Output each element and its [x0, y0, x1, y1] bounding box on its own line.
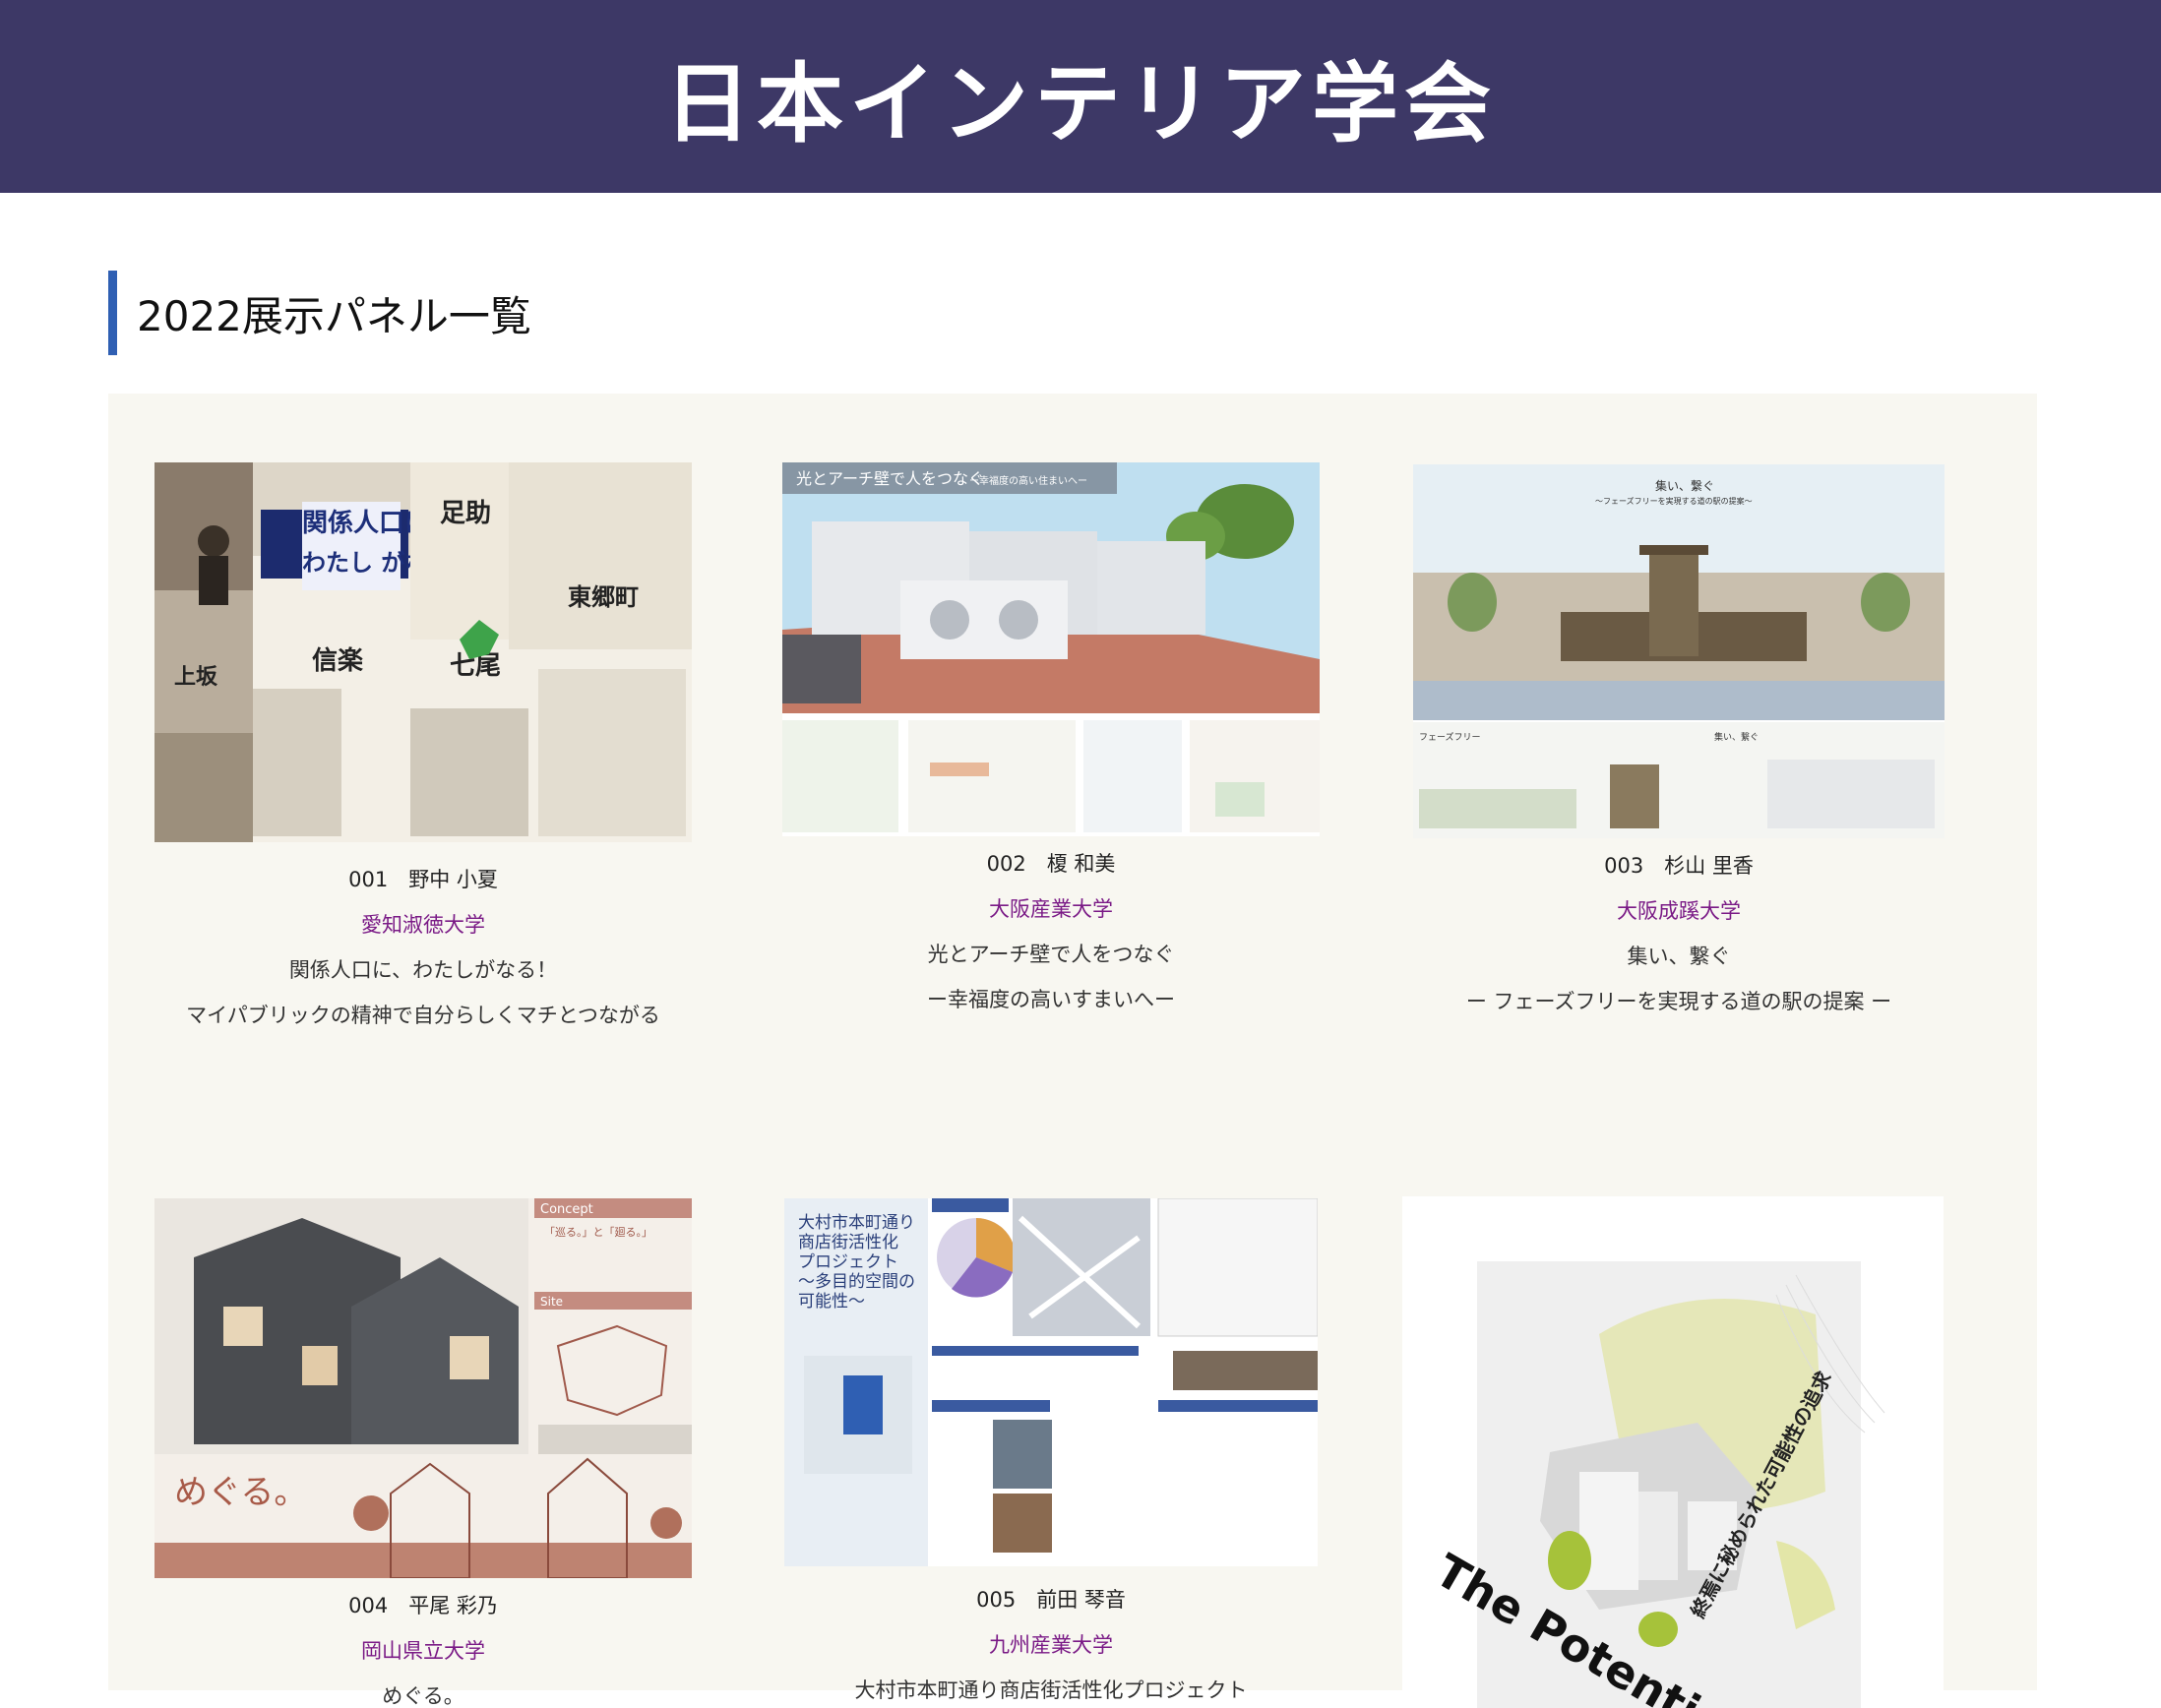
panel-004-concept-label: Concept — [540, 1202, 593, 1217]
panel-004-author: 004 平尾 彩乃 — [348, 1594, 498, 1617]
panel-005-title-line2: 商店街活性化 — [798, 1233, 898, 1252]
site-header: 日本インテリア学会 — [0, 0, 2161, 193]
panel-thumbnail-006[interactable]: The Potential O 終焉に秘められた可能性の追求 — [1402, 1196, 1944, 1708]
panel-005-title-line4: ～多目的空間の — [798, 1272, 915, 1292]
panel-004-title-text: めぐる。 — [174, 1473, 307, 1512]
panel-002-header-sub: ー幸福度の高い住まいへー — [969, 474, 1087, 487]
panel-003-university[interactable]: 大阪成蹊大学 — [1384, 899, 1974, 923]
panel-002-title: 光とアーチ壁で人をつなぐ — [927, 943, 1175, 966]
panel-003-subtitle: ー フェーズフリーを実現する道の駅の提案 ー — [1465, 990, 1892, 1013]
panel-005-author: 005 前田 琴音 — [976, 1588, 1126, 1612]
panel-004-university[interactable]: 岡山県立大学 — [128, 1639, 718, 1663]
panel-003-section-label-2: 集い、繋ぐ — [1714, 731, 1759, 743]
panel-002-header-title: 光とアーチ壁で人をつなぐ — [796, 469, 984, 488]
panel-001-author: 001 野中 小夏 — [348, 868, 498, 891]
panel-003-header-sub: ～フェーズフリーを実現する道の駅の提案～ — [1595, 496, 1753, 506]
panel-001-label-togo: 東郷町 — [568, 583, 639, 611]
panel-001-label-shigaraki: 信楽 — [312, 646, 364, 676]
panel-card-004[interactable]: Concept 「巡る。」と「廻る。」 Site めぐる。 004 平尾 彩乃 … — [128, 1198, 718, 1708]
panel-003-author: 003 杉山 里香 — [1604, 854, 1754, 878]
panel-thumbnail-005[interactable]: 大村市本町通り 商店街活性化 プロジェクト ～多目的空間の 可能性～ — [784, 1198, 1318, 1566]
panel-card-001[interactable]: 関係人口に、 わたし がなる！ 足助 上坂 信楽 七尾 東郷町 001 野中 小… — [128, 462, 718, 1027]
panel-003-header-title: 集い、繋ぐ — [1655, 478, 1714, 493]
panel-thumbnail-001[interactable]: 関係人口に、 わたし がなる！ 足助 上坂 信楽 七尾 東郷町 — [154, 462, 692, 842]
panel-005-university[interactable]: 九州産業大学 — [756, 1633, 1346, 1657]
panel-001-label-kamisaka: 上坂 — [174, 665, 218, 690]
panel-card-003[interactable]: 集い、繋ぐ ～フェーズフリーを実現する道の駅の提案～ フェーズフリー 集い、繋ぐ… — [1384, 464, 1974, 1013]
panel-card-002[interactable]: 光とアーチ壁で人をつなぐ ー幸福度の高い住まいへー 002 榎 和美 大阪産業大… — [756, 462, 1346, 1011]
panel-003-title: 集い、繋ぐ — [1627, 945, 1731, 968]
panel-thumbnail-003[interactable]: 集い、繋ぐ ～フェーズフリーを実現する道の駅の提案～ フェーズフリー 集い、繋ぐ — [1413, 464, 1945, 838]
panel-003-section-label: フェーズフリー — [1419, 731, 1481, 743]
section-title: 2022展示パネル一覧 — [137, 291, 531, 340]
section-heading: 2022展示パネル一覧 — [108, 271, 531, 355]
panel-001-label-asuke: 足助 — [440, 499, 491, 528]
site-title[interactable]: 日本インテリア学会 — [664, 34, 1497, 159]
panel-005-title-line5: 可能性～ — [798, 1292, 865, 1312]
panel-004-site-label: Site — [540, 1295, 563, 1309]
panel-005-title-line3: プロジェクト — [798, 1252, 898, 1272]
panel-thumbnail-002[interactable]: 光とアーチ壁で人をつなぐ ー幸福度の高い住まいへー — [782, 462, 1320, 836]
panel-005-title-line1: 大村市本町通り — [798, 1213, 915, 1233]
panel-004-concept-text: 「巡る。」と「廻る。」 — [544, 1226, 652, 1239]
panel-004-title: めぐる。 — [382, 1684, 464, 1708]
panel-001-subtitle: マイパブリックの精神で自分らしくマチとつながる — [186, 1004, 660, 1027]
panel-gallery: 関係人口に、 わたし がなる！ 足助 上坂 信楽 七尾 東郷町 001 野中 小… — [108, 394, 2037, 1708]
panel-card-006[interactable]: The Potential O 終焉に秘められた可能性の追求 — [1378, 1196, 1968, 1708]
panel-thumbnail-004[interactable]: Concept 「巡る。」と「廻る。」 Site めぐる。 — [154, 1198, 692, 1578]
panel-card-005[interactable]: 大村市本町通り 商店街活性化 プロジェクト ～多目的空間の 可能性～ 005 前… — [756, 1198, 1346, 1702]
panel-002-author: 002 榎 和美 — [986, 852, 1116, 876]
panel-002-university[interactable]: 大阪産業大学 — [756, 897, 1346, 921]
panel-002-subtitle: ー幸福度の高いすまいへー — [927, 988, 1175, 1011]
panel-001-title: 関係人口に、わたしがなる！ — [288, 958, 558, 982]
panel-005-title: 大村市本町通り商店街活性化プロジェクト — [854, 1678, 1248, 1702]
panel-001-university[interactable]: 愛知淑徳大学 — [128, 913, 718, 937]
